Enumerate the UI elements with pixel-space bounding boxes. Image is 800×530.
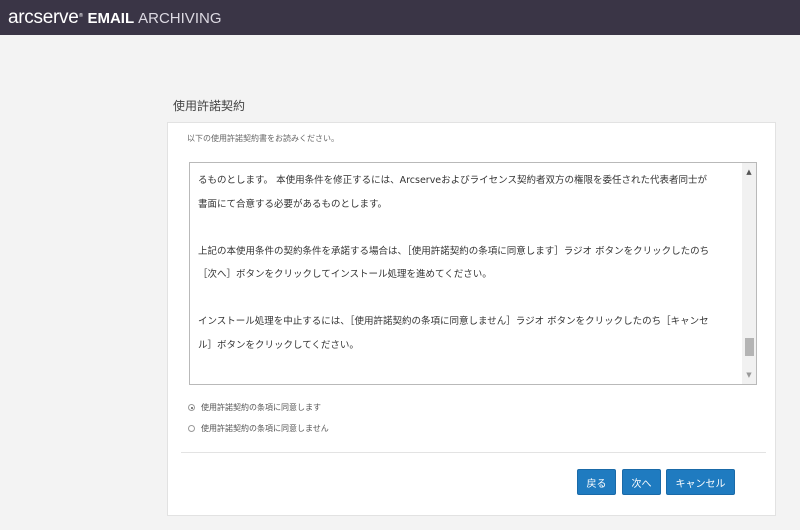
accept-radio-label: 使用許諾契約の条項に同意します <box>201 403 321 412</box>
back-button[interactable]: 戻る <box>577 469 616 495</box>
license-scrollbar[interactable]: ▲ ▼ <box>742 163 756 384</box>
page-title: 使用許諾契約 <box>173 99 246 113</box>
footer-divider <box>181 452 766 453</box>
brand-logo: arcserve ® EMAIL ARCHIVING <box>8 7 221 29</box>
cancel-button[interactable]: キャンセル <box>666 469 735 495</box>
license-text-content: るものとします。 本使用条件を修正するには、Arcserveおよびライセンス契約… <box>198 169 738 357</box>
license-line <box>198 216 738 240</box>
product-name-light: ARCHIVING <box>138 10 222 27</box>
license-line: ［次へ］ボタンをクリックしてインストール処理を進めてください。 <box>198 269 492 280</box>
license-line: ル］ボタンをクリックしてください。 <box>198 339 359 351</box>
license-text-box[interactable]: るものとします。 本使用条件を修正するには、Arcserveおよびライセンス契約… <box>189 162 757 385</box>
top-header-bar: arcserve ® EMAIL ARCHIVING <box>0 0 800 35</box>
accept-radio-button[interactable] <box>188 404 195 411</box>
scroll-thumb[interactable] <box>745 338 754 357</box>
decline-radio-label: 使用許諾契約の条項に同意しません <box>201 424 329 433</box>
license-line <box>198 287 738 311</box>
license-line: インストール処理を中止するには、［使用許諾契約の条項に同意しません］ラジオ ボタ… <box>198 316 709 327</box>
brand-logo-text: arcserve <box>8 7 79 28</box>
next-button[interactable]: 次へ <box>622 469 661 495</box>
scroll-up-arrow-icon[interactable]: ▲ <box>742 165 756 179</box>
decline-radio-option[interactable]: 使用許諾契約の条項に同意しません <box>188 423 329 434</box>
product-name-bold: EMAIL <box>87 10 135 27</box>
license-line: 上記の本使用条件の契約条件を承諾する場合は、［使用許諾契約の条項に同意します］ラ… <box>198 245 710 257</box>
license-line: 書面にて合意する必要があるものとします。 <box>198 198 388 210</box>
decline-radio-button[interactable] <box>188 425 195 432</box>
instruction-text: 以下の使用許諾契約書をお読みください。 <box>187 134 339 143</box>
accept-radio-option[interactable]: 使用許諾契約の条項に同意します <box>188 402 321 413</box>
scroll-down-arrow-icon[interactable]: ▼ <box>742 368 756 382</box>
license-line: るものとします。 本使用条件を修正するには、Arcserveおよびライセンス契約… <box>198 175 707 186</box>
license-panel: 以下の使用許諾契約書をお読みください。 るものとします。 本使用条件を修正するに… <box>167 122 776 516</box>
brand-trademark: ® <box>78 13 84 19</box>
